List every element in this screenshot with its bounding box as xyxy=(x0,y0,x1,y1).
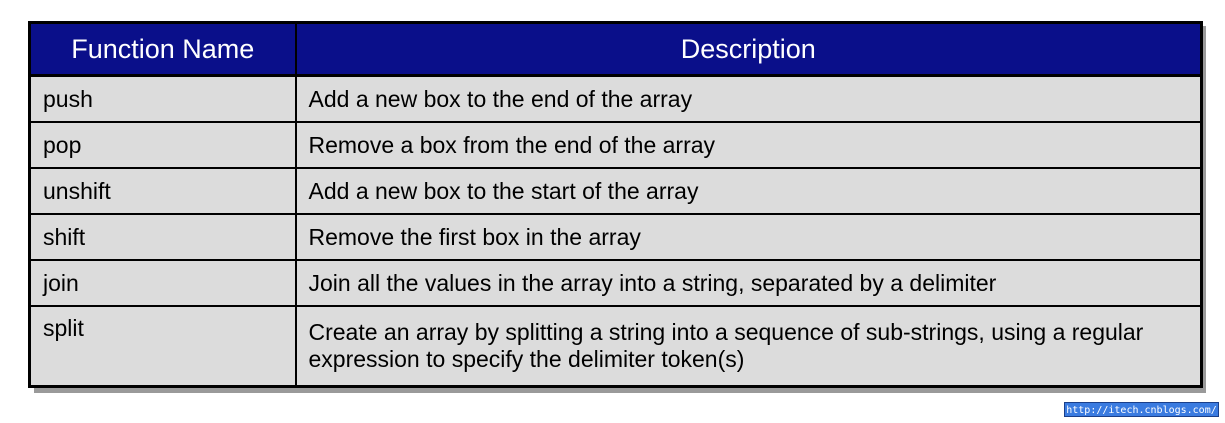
function-name-cell: unshift xyxy=(28,167,297,215)
description-cell: Remove the first box in the array xyxy=(294,213,1203,261)
description-cell: Add a new box to the start of the array xyxy=(294,167,1203,215)
table-row: join Join all the values in the array in… xyxy=(28,259,1203,307)
description-cell: Remove a box from the end of the array xyxy=(294,121,1203,169)
header-description: Description xyxy=(294,21,1203,77)
header-function-name: Function Name xyxy=(28,21,297,77)
function-name-cell: join xyxy=(28,259,297,307)
table-row: pop Remove a box from the end of the arr… xyxy=(28,121,1203,169)
watermark-link-badge: http://itech.cnblogs.com/ xyxy=(1064,402,1219,417)
table-row: push Add a new box to the end of the arr… xyxy=(28,74,1203,123)
description-cell: Join all the values in the array into a … xyxy=(294,259,1203,307)
description-cell: Create an array by splitting a string in… xyxy=(294,305,1203,388)
function-name-cell: pop xyxy=(28,121,297,169)
table-header-row: Function Name Description xyxy=(28,21,1203,77)
description-cell: Add a new box to the end of the array xyxy=(294,74,1203,123)
function-table: Function Name Description push Add a new… xyxy=(28,21,1203,388)
table-row: split Create an array by splitting a str… xyxy=(28,305,1203,388)
function-name-cell: push xyxy=(28,74,297,123)
function-name-cell: split xyxy=(28,305,297,388)
table-row: unshift Add a new box to the start of th… xyxy=(28,167,1203,215)
table-row: shift Remove the first box in the array xyxy=(28,213,1203,261)
function-name-cell: shift xyxy=(28,213,297,261)
function-table-container: Function Name Description push Add a new… xyxy=(28,21,1203,388)
